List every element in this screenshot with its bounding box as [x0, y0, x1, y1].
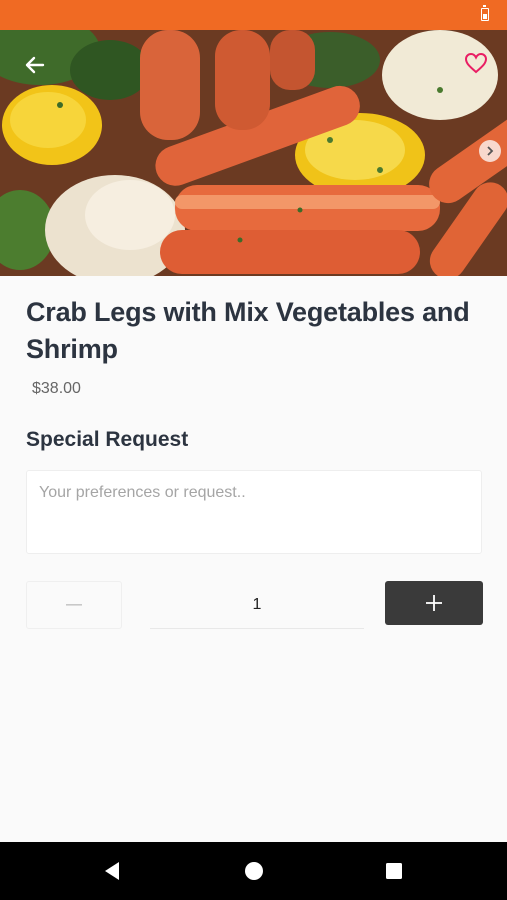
status-bar: [0, 0, 507, 30]
nav-back-button[interactable]: [98, 857, 126, 885]
nav-home-button[interactable]: [240, 857, 268, 885]
system-navigation-bar: [0, 842, 507, 900]
home-circle-icon: [245, 862, 263, 880]
favorite-button[interactable]: [461, 48, 491, 78]
food-photo-illustration: [0, 30, 507, 276]
food-image: [0, 30, 507, 276]
item-title: Crab Legs with Mix Vegetables and Shrimp: [26, 297, 470, 364]
chevron-right-icon: [487, 146, 494, 156]
minus-icon: [66, 604, 82, 606]
heart-outline-icon: [464, 52, 488, 74]
item-price: $38.00: [32, 380, 81, 397]
next-image-button[interactable]: [479, 140, 501, 162]
special-request-input[interactable]: [26, 470, 482, 554]
back-triangle-icon: [105, 862, 119, 880]
arrow-left-icon: [25, 56, 45, 74]
plus-icon: [426, 595, 442, 611]
quantity-value: 1: [150, 581, 364, 629]
nav-recents-button[interactable]: [380, 857, 408, 885]
back-button[interactable]: [20, 50, 50, 80]
increase-quantity-button[interactable]: [385, 581, 483, 625]
battery-icon: [481, 5, 489, 21]
recents-square-icon: [386, 863, 402, 879]
special-request-label: Special Request: [26, 428, 189, 451]
decrease-quantity-button[interactable]: [26, 581, 122, 629]
